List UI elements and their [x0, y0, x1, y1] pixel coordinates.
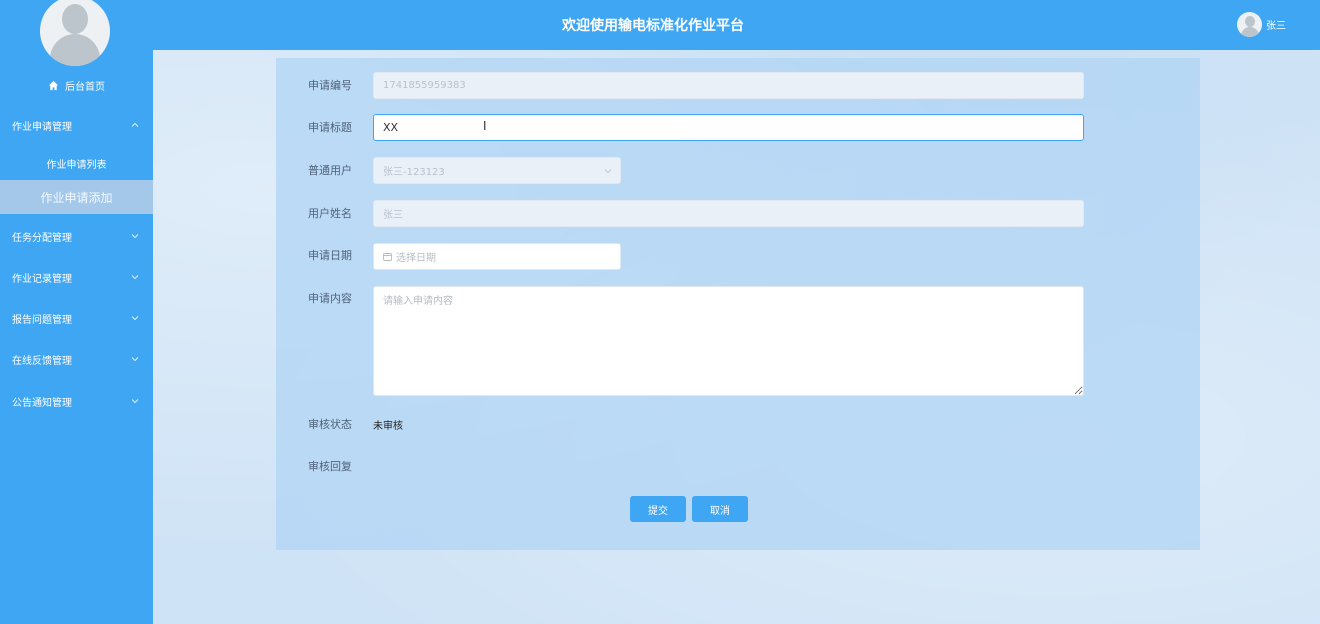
username: 张三	[1266, 20, 1286, 32]
avatar-body-shape	[50, 34, 100, 66]
sidebar-item-home-label: 后台首页	[65, 81, 105, 93]
sidebar-group-label: 任务分配管理	[12, 232, 72, 244]
content-label: 申请内容	[308, 292, 352, 305]
status-value: 未审核	[373, 421, 403, 432]
reply-label: 审核回复	[308, 460, 352, 473]
chevron-down-icon	[131, 316, 139, 321]
sidebar-group-announcement[interactable]: 公告通知管理	[0, 386, 153, 416]
page-title: 欢迎使用输电标准化作业平台	[562, 18, 744, 34]
sidebar-group-job-record[interactable]: 作业记录管理	[0, 262, 153, 292]
name-field[interactable]: 张三	[373, 200, 1084, 227]
sidebar-group-label: 公告通知管理	[12, 397, 72, 409]
content-textarea[interactable]	[373, 286, 1084, 396]
chevron-down-icon	[604, 169, 612, 174]
chevron-down-icon	[131, 357, 139, 362]
date-label: 申请日期	[308, 249, 352, 262]
sidebar-group-label: 作业申请管理	[12, 121, 72, 133]
sidebar-group-label: 报告问题管理	[12, 314, 72, 326]
chevron-up-icon	[131, 122, 139, 127]
user-select-value: 张三-123123	[383, 167, 445, 178]
date-placeholder: 选择日期	[396, 253, 436, 264]
cancel-button[interactable]: 取消	[692, 496, 748, 522]
sidebar-group-online-feedback[interactable]: 在线反馈管理	[0, 344, 153, 374]
user-select[interactable]: 张三-123123	[373, 157, 621, 184]
calendar-icon	[383, 253, 392, 261]
chevron-down-icon	[131, 399, 139, 404]
sidebar-group-label: 作业记录管理	[12, 273, 72, 285]
sidebar-item-label: 作业申请添加	[40, 190, 113, 205]
top-header: 欢迎使用输电标准化作业平台 张三	[153, 0, 1320, 50]
sidebar-group-report-issue[interactable]: 报告问题管理	[0, 303, 153, 333]
user-menu[interactable]: 张三	[1237, 11, 1286, 37]
chevron-down-icon	[131, 234, 139, 239]
title-input[interactable]: XX	[373, 114, 1084, 141]
home-icon	[48, 80, 59, 90]
submit-button[interactable]: 提交	[630, 496, 686, 522]
sidebar: 后台首页 作业申请管理 作业申请列表 作业申请添加 任务分配管理 作业记录管理 …	[0, 0, 153, 624]
avatar-head-shape	[62, 4, 88, 34]
text-cursor-icon: I	[483, 119, 487, 133]
name-label: 用户姓名	[308, 207, 352, 220]
chevron-down-icon	[131, 275, 139, 280]
sidebar-item-label: 作业申请列表	[46, 159, 107, 171]
user-label: 普通用户	[308, 164, 352, 177]
sidebar-group-job-application[interactable]: 作业申请管理	[0, 110, 153, 140]
sidebar-group-task-assignment[interactable]: 任务分配管理	[0, 221, 153, 251]
app-no-label: 申请编号	[308, 79, 352, 92]
status-label: 审核状态	[308, 418, 352, 431]
sidebar-group-label: 在线反馈管理	[12, 355, 72, 367]
avatar[interactable]	[40, 0, 110, 66]
title-label: 申请标题	[308, 121, 352, 134]
app-no-field[interactable]: 1741855959383	[373, 72, 1084, 99]
date-picker[interactable]: 选择日期	[373, 243, 621, 270]
sidebar-item-application-list[interactable]: 作业申请列表	[0, 146, 153, 180]
user-avatar	[1237, 11, 1262, 37]
sidebar-item-home[interactable]: 后台首页	[0, 74, 153, 96]
sidebar-item-application-add[interactable]: 作业申请添加	[0, 180, 153, 214]
